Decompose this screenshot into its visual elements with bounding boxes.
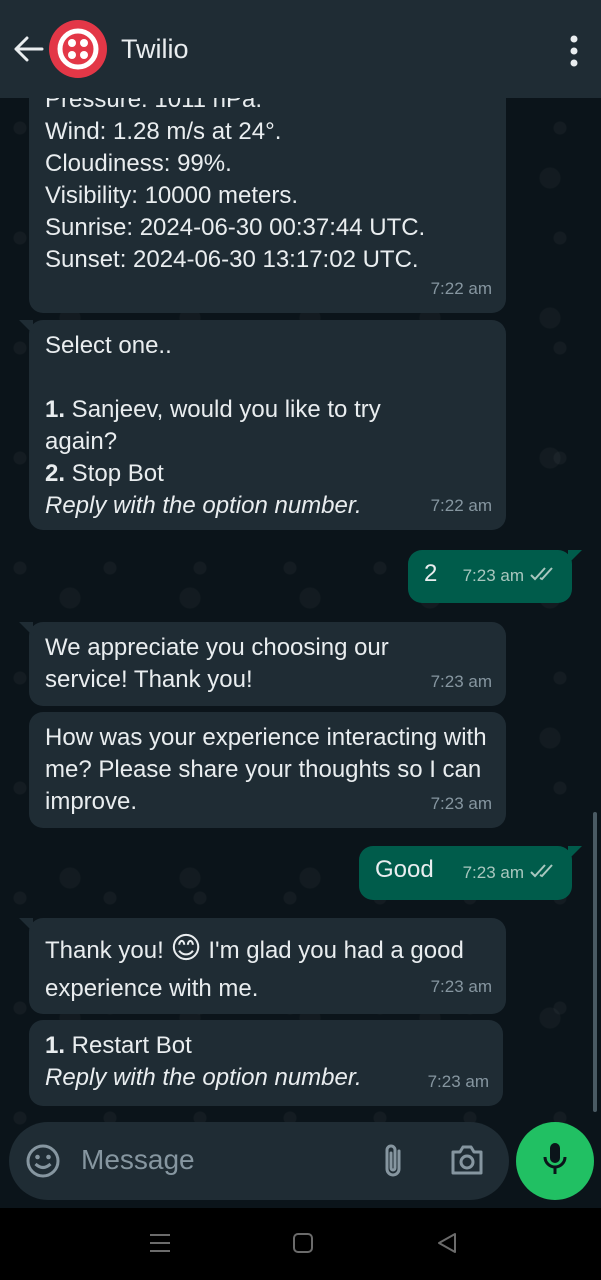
message-line: Wind: 1.28 m/s at 24°. <box>45 118 282 145</box>
microphone-button[interactable] <box>516 1122 594 1200</box>
contact-avatar[interactable] <box>49 20 107 78</box>
back-arrow-icon[interactable] <box>9 29 49 69</box>
contact-name[interactable]: Twilio <box>121 34 189 65</box>
bubble-tail <box>568 846 582 860</box>
message-line: Sunrise: 2024-06-30 00:37:44 UTC. <box>45 214 426 241</box>
camera-icon[interactable] <box>449 1144 485 1181</box>
message-time-text: 7:23 am <box>462 863 524 883</box>
message-time: 7:23 am <box>463 560 558 593</box>
message-incoming[interactable]: 1. Restart Bot Reply with the option num… <box>29 1020 503 1106</box>
option-number: 2. <box>45 460 66 487</box>
message-spacer <box>45 362 490 394</box>
chat-screen: Twilio Pressure: 1011 hPa. Wind: 1.28 m/… <box>0 0 601 1280</box>
menu-nav-icon[interactable] <box>148 1232 172 1259</box>
message-input[interactable] <box>81 1140 361 1180</box>
message-text: Good <box>375 856 434 883</box>
option-number: 1. <box>45 1032 66 1059</box>
back-nav-icon[interactable] <box>436 1232 458 1259</box>
message-text: How was your experience interacting with… <box>45 724 487 815</box>
microphone-icon <box>540 1141 570 1182</box>
message-incoming[interactable]: Select one.. 1. Sanjeev, would you like … <box>19 320 506 530</box>
option-text: Stop Bot <box>65 460 164 487</box>
option-text: Restart Bot <box>65 1032 192 1059</box>
option-hint: Reply with the option number. <box>45 1064 362 1091</box>
message-time: 7:23 am <box>463 857 558 890</box>
message-time: 7:23 am <box>427 1072 489 1091</box>
message-incoming[interactable]: Thank you! 😊 I'm glad you had a good exp… <box>19 918 506 1014</box>
smiley-icon[interactable] <box>25 1143 61 1184</box>
message-time: 7:23 am <box>430 794 492 813</box>
message-line: Select one.. <box>45 332 172 359</box>
option-text: Sanjeev, would you like to try again? <box>45 396 388 455</box>
message-outgoing[interactable]: Good 7:23 am <box>359 846 582 900</box>
option-line: 1. Restart Bot <box>45 1030 487 1062</box>
chat-header: Twilio <box>0 0 601 98</box>
message-time: 7:22 am <box>430 279 492 298</box>
double-check-icon <box>530 858 558 890</box>
message-time-text: 7:23 am <box>462 566 524 586</box>
message-incoming[interactable]: How was your experience interacting with… <box>29 712 506 828</box>
option-line: 1. Sanjeev, would you like to try again? <box>45 394 445 458</box>
home-nav-icon[interactable] <box>292 1232 314 1259</box>
message-time: 7:23 am <box>430 672 492 691</box>
bubble-tail <box>19 918 33 932</box>
message-text: 2 <box>424 560 438 587</box>
message-text: Thank you! <box>45 937 171 964</box>
twilio-logo-icon <box>57 28 99 70</box>
bubble-tail <box>568 550 582 564</box>
chat-scrollbar[interactable] <box>593 812 597 1112</box>
double-check-icon <box>530 561 558 593</box>
smiling-emoji: 😊 <box>170 932 202 965</box>
message-outgoing[interactable]: 2 7:23 am <box>408 550 582 603</box>
option-line: 2. Stop Bot <box>45 458 490 490</box>
bubble-tail <box>19 622 33 636</box>
option-number: 1. <box>45 396 66 423</box>
paperclip-icon[interactable] <box>379 1142 407 1185</box>
system-navigation-bar <box>0 1208 601 1280</box>
message-time: 7:22 am <box>430 496 492 515</box>
option-hint: Reply with the option number. <box>45 492 362 519</box>
message-line: Cloudiness: 99%. <box>45 150 232 177</box>
message-time: 7:23 am <box>430 977 492 996</box>
chat-messages[interactable]: Pressure: 1011 hPa. Wind: 1.28 m/s at 24… <box>0 98 601 1208</box>
message-incoming[interactable]: We appreciate you choosing our service! … <box>19 622 506 706</box>
message-incoming[interactable]: Pressure: 1011 hPa. Wind: 1.28 m/s at 24… <box>29 98 506 313</box>
message-line: Sunset: 2024-06-30 13:17:02 UTC. <box>45 246 419 273</box>
message-line: Visibility: 10000 meters. <box>45 182 299 209</box>
message-text: We appreciate you choosing our service! … <box>45 634 389 693</box>
more-vertical-icon[interactable] <box>569 34 579 68</box>
bubble-tail <box>19 320 33 334</box>
message-line: Pressure: 1011 hPa. <box>45 98 263 113</box>
message-composer <box>9 1122 509 1200</box>
